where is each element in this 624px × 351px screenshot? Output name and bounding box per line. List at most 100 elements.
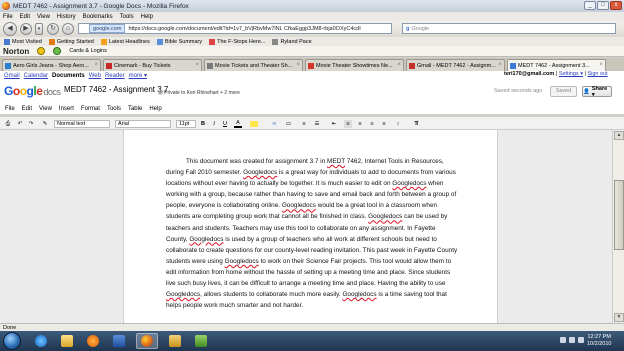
- share-button[interactable]: 👤 Share ▾: [582, 86, 612, 98]
- maximize-button[interactable]: □: [597, 1, 609, 10]
- tab-close-icon[interactable]: ×: [296, 62, 300, 68]
- menu-file[interactable]: File: [3, 14, 13, 20]
- minimize-button[interactable]: _: [584, 1, 596, 10]
- docs-menu-table[interactable]: Table: [128, 106, 142, 112]
- tab-close-icon[interactable]: ×: [397, 62, 401, 68]
- menu-help[interactable]: Help: [141, 14, 153, 20]
- close-button[interactable]: x: [610, 1, 622, 10]
- bookmark-item[interactable]: Getting Started: [48, 38, 94, 45]
- docs-menu-view[interactable]: View: [39, 106, 52, 112]
- taskbar-word-icon[interactable]: [108, 333, 130, 349]
- taskbar-ie-icon[interactable]: [30, 333, 52, 349]
- cards-logins-button[interactable]: Cards & Logins: [69, 48, 107, 54]
- print-icon[interactable]: ⎙: [4, 120, 12, 128]
- taskbar-media-player-icon[interactable]: [82, 333, 104, 349]
- taskbar-firefox-icon[interactable]: [136, 333, 158, 349]
- url-bar[interactable]: google.com https://docs.google.com/docum…: [78, 23, 392, 34]
- bulleted-list-icon[interactable]: ☰: [313, 120, 321, 128]
- browser-tab[interactable]: Gmail - MEDT 7462 - Assignm... ×: [406, 59, 505, 71]
- gmail-link[interactable]: Gmail: [4, 73, 20, 79]
- align-right-icon[interactable]: ≡: [368, 120, 376, 128]
- settings-link[interactable]: Settings ▾: [559, 71, 583, 77]
- tab-close-icon[interactable]: ×: [498, 62, 502, 68]
- flag-icon[interactable]: [578, 337, 584, 343]
- document-page[interactable]: This document was created for assignment…: [123, 130, 498, 323]
- documents-link[interactable]: Documents: [52, 73, 85, 79]
- saved-button[interactable]: Saved: [550, 86, 577, 97]
- reader-link[interactable]: Reader: [105, 73, 125, 79]
- browser-tab[interactable]: Aero Girls Jeans - Shop Aero... ×: [2, 59, 101, 71]
- forward-button[interactable]: ▶: [20, 23, 32, 35]
- docs-menu-file[interactable]: File: [5, 106, 15, 112]
- menu-tools[interactable]: Tools: [120, 14, 134, 20]
- bookmark-item[interactable]: Latest Headlines: [100, 38, 150, 45]
- reload-icon[interactable]: ↻: [47, 23, 59, 35]
- menu-view[interactable]: View: [37, 14, 50, 20]
- browser-tab[interactable]: Cinemark - Buy Tickets ×: [103, 59, 202, 71]
- taskbar-explorer-icon[interactable]: [56, 333, 78, 349]
- bookmark-item[interactable]: Bible Summary: [156, 38, 202, 45]
- bookmark-item[interactable]: Ryland Pace: [272, 38, 312, 45]
- back-button[interactable]: ◀: [3, 22, 17, 36]
- volume-icon[interactable]: [569, 337, 575, 343]
- tab-close-icon[interactable]: ×: [195, 62, 199, 68]
- tab-close-icon[interactable]: ×: [94, 62, 98, 68]
- comment-icon[interactable]: ▭: [284, 120, 293, 128]
- menu-edit[interactable]: Edit: [20, 14, 30, 20]
- site-identity-badge[interactable]: google.com: [89, 24, 126, 33]
- web-link[interactable]: Web: [89, 73, 101, 79]
- home-icon[interactable]: ⌂: [62, 23, 74, 35]
- style-select[interactable]: Normal text: [54, 120, 110, 128]
- scrollbar-thumb[interactable]: [614, 180, 624, 250]
- norton-safe-web-icon[interactable]: [37, 47, 46, 55]
- clear-formatting-icon[interactable]: T̸: [412, 120, 420, 128]
- docs-menu-tools[interactable]: Tools: [107, 106, 121, 112]
- dropdown-history-icon[interactable]: ▾: [35, 23, 43, 35]
- tab-close-icon[interactable]: ×: [599, 62, 603, 68]
- font-select[interactable]: Arial: [115, 120, 171, 128]
- italic-button[interactable]: I: [211, 120, 217, 128]
- docs-menu-insert[interactable]: Insert: [59, 106, 74, 112]
- taskbar-clock[interactable]: 12:27 PM 10/2/2010: [587, 334, 611, 348]
- document-body[interactable]: This document was created for assignment…: [166, 156, 458, 311]
- underline-button[interactable]: U: [222, 120, 228, 128]
- paint-format-icon[interactable]: ✎: [40, 120, 50, 128]
- browser-tab[interactable]: MEDT 7462 - Assignment 3... ×: [507, 59, 606, 71]
- bold-button[interactable]: B: [200, 120, 206, 128]
- bookmark-item[interactable]: Most Visited: [4, 38, 42, 45]
- highlight-icon[interactable]: [250, 121, 258, 127]
- browser-tab[interactable]: Movie Theater Showtimes Ne... ×: [305, 59, 404, 71]
- justify-icon[interactable]: ≡: [380, 120, 388, 128]
- undo-icon[interactable]: ↶: [16, 120, 24, 128]
- document-title[interactable]: MEDT 7462 - Assignment 3.7: [64, 85, 168, 94]
- numbered-list-icon[interactable]: ≡: [300, 120, 308, 128]
- link-icon[interactable]: ∞: [270, 120, 279, 128]
- signout-link[interactable]: Sign out: [587, 71, 607, 77]
- menu-history[interactable]: History: [57, 14, 76, 20]
- font-size-select[interactable]: 11pt: [176, 120, 196, 128]
- more-link[interactable]: more ▾: [129, 72, 147, 79]
- docs-menu-format[interactable]: Format: [81, 106, 100, 112]
- google-docs-logo[interactable]: Googledocs: [4, 84, 61, 98]
- docs-menu-edit[interactable]: Edit: [22, 106, 32, 112]
- calendar-link[interactable]: Calendar: [24, 73, 48, 79]
- menu-bookmarks[interactable]: Bookmarks: [83, 14, 113, 20]
- scroll-up-icon[interactable]: ▲: [614, 131, 624, 140]
- search-input[interactable]: g Google: [402, 23, 616, 34]
- taskbar-app-icon[interactable]: [190, 333, 212, 349]
- scroll-down-icon[interactable]: ▼: [614, 313, 624, 322]
- text-color-button[interactable]: A: [234, 120, 242, 128]
- norton-identity-icon[interactable]: [53, 47, 62, 55]
- start-orb-icon[interactable]: [3, 332, 21, 350]
- browser-tab[interactable]: Movie Tickets and Theater Sh... ×: [204, 59, 303, 71]
- network-icon[interactable]: [560, 337, 566, 343]
- redo-icon[interactable]: ↷: [27, 120, 35, 128]
- docs-menu-help[interactable]: Help: [149, 106, 161, 112]
- taskbar-outlook-icon[interactable]: [164, 333, 186, 349]
- decrease-indent-icon[interactable]: ⇤: [330, 120, 338, 128]
- vertical-scrollbar[interactable]: ▲ ▼: [612, 130, 624, 323]
- privacy-status[interactable]: ▣ Private to Keri Rhinehart + 2 more: [158, 90, 240, 96]
- bookmark-item[interactable]: The F-Stops Here...: [209, 38, 265, 45]
- align-center-icon[interactable]: ≡: [356, 120, 364, 128]
- align-left-icon[interactable]: ≡: [344, 120, 352, 128]
